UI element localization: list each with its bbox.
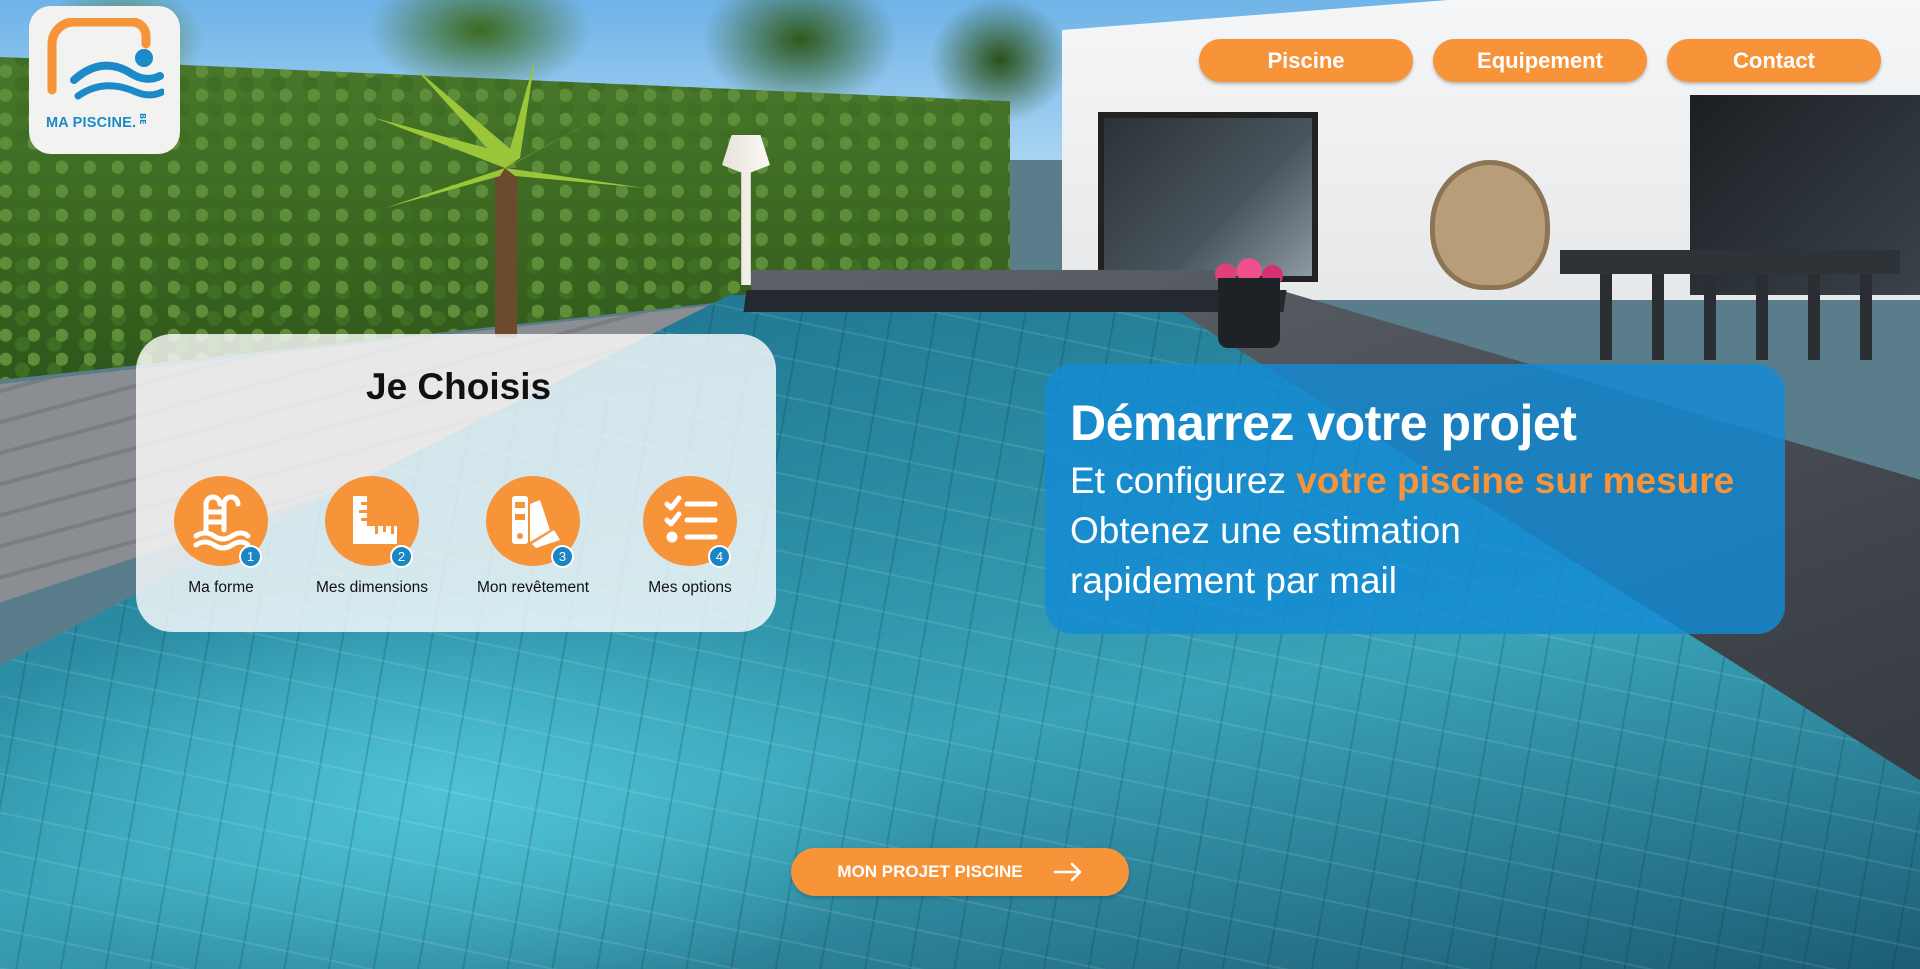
step-dimensions[interactable]: 2 Mes dimensions	[316, 476, 428, 597]
outdoor-table	[1560, 250, 1900, 360]
main-nav: Piscine Equipement Contact	[1199, 39, 1881, 82]
palm-tree	[375, 58, 645, 338]
pool-ladder-icon	[193, 494, 251, 551]
nav-contact-button[interactable]: Contact	[1667, 39, 1881, 82]
hero-line-1-accent: votre piscine sur mesure	[1296, 460, 1735, 501]
step-circle: 2	[325, 476, 419, 568]
site-logo[interactable]: MA PISCINE. BE	[29, 6, 180, 154]
step-number-badge: 2	[390, 545, 413, 568]
hero-line-3: rapidement par mail	[1070, 560, 1397, 601]
choose-card: Je Choisis 1 Ma forme 2 Mes dimensions 3…	[136, 334, 776, 632]
hero-line-1-prefix: Et configurez	[1070, 460, 1297, 501]
step-label: Mon revêtement	[477, 579, 589, 596]
logo-text: MA PISCINE.	[46, 115, 137, 131]
step-number-badge: 4	[708, 545, 731, 568]
step-shape[interactable]: 1 Ma forme	[174, 476, 268, 597]
hero-card: Démarrez votre projet Et configurez votr…	[1045, 364, 1785, 634]
step-number-badge: 1	[239, 545, 262, 568]
house-window	[1098, 112, 1318, 282]
my-pool-project-button[interactable]: MON PROJET PISCINE	[791, 848, 1129, 896]
hero-line-2: Obtenez une estimation	[1070, 510, 1461, 551]
step-circle: 1	[174, 476, 268, 568]
arrow-right-icon	[1053, 862, 1081, 882]
pool-logo-icon	[47, 18, 164, 100]
step-circle: 4	[643, 476, 737, 568]
hero-line-1: Et configurez votre piscine sur mesure	[1070, 460, 1734, 502]
cta-label: MON PROJET PISCINE	[837, 862, 1023, 881]
logo-suffix: BE	[138, 113, 147, 125]
step-circle: 3	[486, 476, 580, 568]
step-coating[interactable]: 3 Mon revêtement	[477, 476, 589, 597]
step-options[interactable]: 4 Mes options	[643, 476, 737, 597]
choose-title: Je Choisis	[366, 366, 552, 407]
ruler-icon	[353, 496, 397, 544]
nav-piscine-button[interactable]: Piscine	[1199, 39, 1413, 82]
color-swatch-icon	[512, 496, 560, 548]
step-number-badge: 3	[551, 545, 574, 568]
step-label: Ma forme	[188, 579, 254, 596]
hero-title: Démarrez votre projet	[1070, 395, 1577, 451]
flower-pot	[1218, 278, 1280, 348]
hanging-chair	[1430, 160, 1550, 290]
step-label: Mes dimensions	[316, 579, 428, 596]
nav-equipement-button[interactable]: Equipement	[1433, 39, 1647, 82]
pool-edge	[743, 290, 1287, 312]
checklist-icon	[664, 495, 718, 543]
step-label: Mes options	[648, 579, 732, 596]
